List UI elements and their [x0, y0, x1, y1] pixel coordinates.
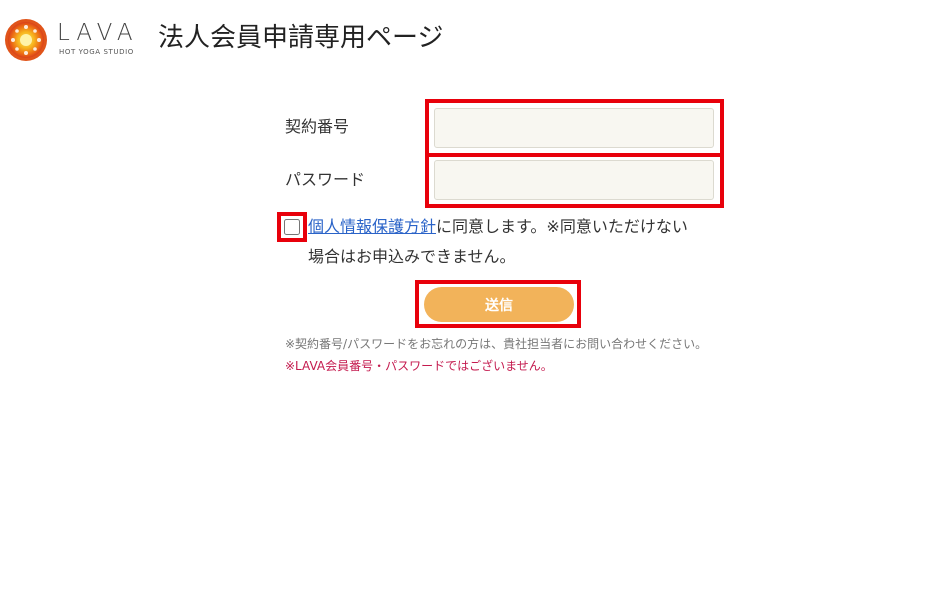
contract-number-label: 契約番号: [285, 117, 350, 136]
brand-subtitle: HOT YOGA STUDIO: [59, 48, 134, 56]
forgot-credentials-note: ※契約番号/パスワードをお忘れの方は、貴社担当者にお問い合わせください。: [285, 337, 708, 351]
not-member-credentials-warning: ※LAVA会員番号・パスワードではございません。: [285, 359, 553, 373]
brand-name: LAVA: [57, 20, 139, 46]
password-input[interactable]: [434, 160, 714, 200]
submit-button[interactable]: 送信: [424, 287, 574, 322]
consent-text-line2: 場合はお申込みできません。: [308, 247, 516, 266]
consent-checkbox[interactable]: [284, 219, 300, 235]
privacy-policy-link[interactable]: 個人情報保護方針: [308, 217, 436, 236]
sun-logo-icon: [5, 19, 47, 61]
page: LAVA HOT YOGA STUDIO 法人会員申請専用ページ 契約番号 パス…: [0, 0, 935, 600]
consent-text: に同意します。※同意いただけない: [436, 217, 688, 236]
page-title: 法人会員申請専用ページ: [158, 23, 444, 53]
contract-number-input[interactable]: [434, 108, 714, 148]
consent-text-line1: 個人情報保護方針に同意します。※同意いただけない: [308, 217, 688, 237]
password-label: パスワード: [285, 170, 366, 189]
